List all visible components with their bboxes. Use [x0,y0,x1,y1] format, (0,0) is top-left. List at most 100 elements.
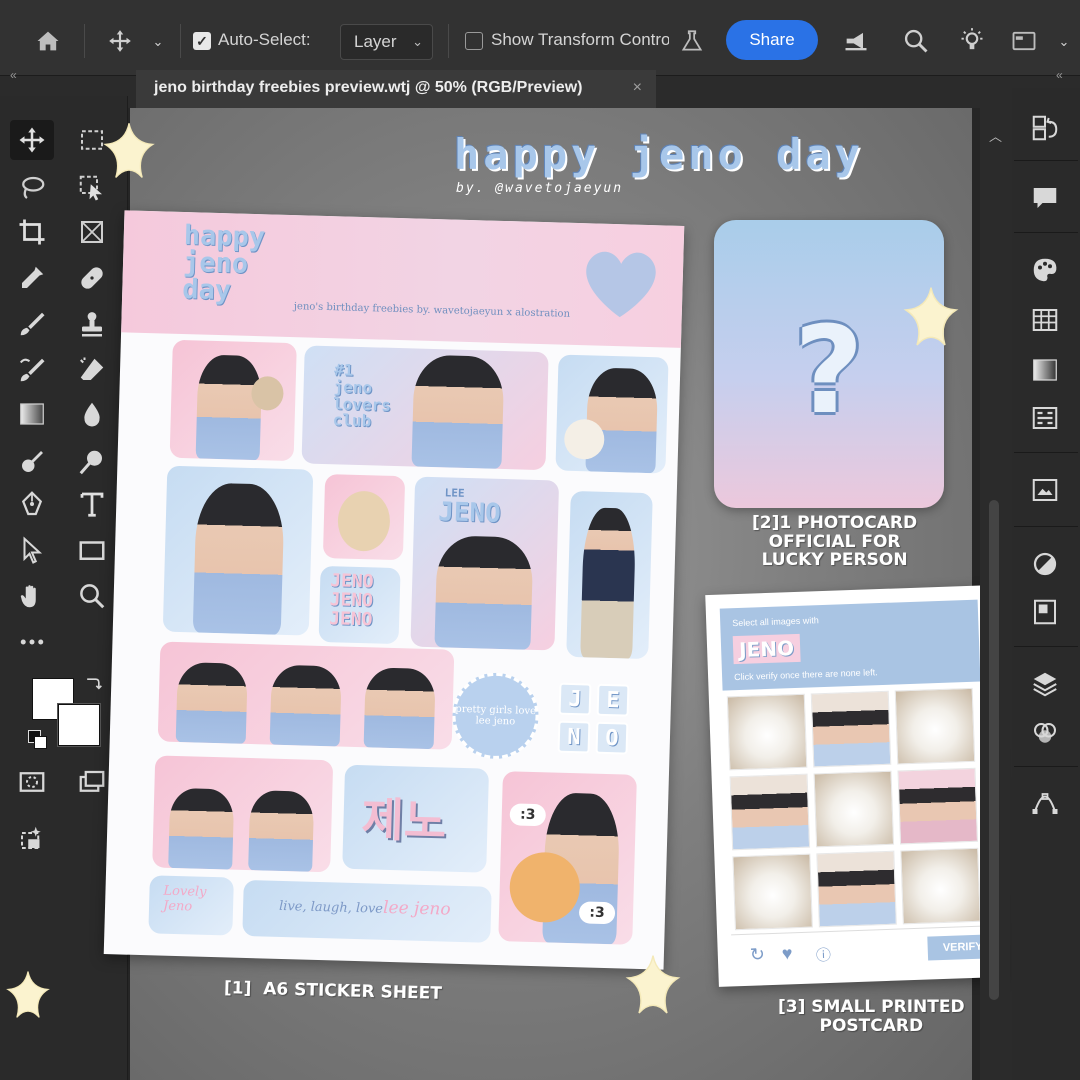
captcha-tile-person[interactable] [897,767,979,845]
stamp-tool[interactable] [70,304,114,344]
person-figure [411,354,505,469]
lasso-tool[interactable] [10,168,54,208]
gradient-tool[interactable] [10,394,54,434]
korean-name-text: 제노 [360,792,447,849]
brush-icon [20,312,45,336]
frame-tool[interactable] [70,212,114,252]
move-tool-icon[interactable] [104,24,136,58]
hand-icon [20,585,36,608]
sheet-title: happy jeno day [181,219,266,307]
options-bar: ⌄ ✓ Auto-Select: Layer ⌄ Show Transform … [0,0,1080,76]
person-figure [195,354,263,461]
history-brush-tool[interactable] [10,350,54,390]
close-icon[interactable]: × [633,79,642,97]
eyedropper-tool[interactable] [10,258,54,298]
scrollbar-thumb[interactable] [989,500,999,1000]
person-figure [192,482,285,635]
sticker-strip-2000 [157,641,455,750]
person-figure [269,664,342,747]
background-color-swatch[interactable] [58,704,100,746]
move-tool[interactable] [10,120,54,160]
more-tools[interactable] [10,622,54,662]
adjustments-panel-icon[interactable] [1018,544,1072,584]
zoom-tool[interactable] [70,576,114,616]
collapse-right-button[interactable]: « [1056,68,1063,82]
properties-panel-icon[interactable] [1018,592,1072,632]
captcha-tile-dog[interactable] [726,693,808,771]
zoom-brush-tool[interactable] [70,442,114,482]
caption-photocard: [2]1 PHOTOCARD OFFICIAL FOR LUCKY PERSON [752,513,918,571]
info-icon[interactable]: ⓘ [816,944,832,966]
search-icon[interactable] [898,24,934,58]
auto-select-checkbox[interactable]: ✓ [193,32,211,50]
auto-select-label: Auto-Select: [218,30,311,49]
default-colors-icon[interactable] [28,730,48,750]
hand-tool[interactable] [10,576,54,616]
panel-divider [1014,766,1078,767]
letter-tile-e: E [596,683,630,717]
move-options-chevron[interactable]: ⌄ [148,28,168,56]
layers-panel-icon[interactable] [1018,664,1072,704]
crop-tool[interactable] [10,212,54,252]
live-laugh-text: live, laugh, love [278,898,384,917]
workspace-chevron[interactable]: ⌄ [1054,28,1074,56]
captcha-tile-dog[interactable] [732,853,813,931]
quick-mask-tool[interactable] [10,762,54,802]
flask-icon[interactable] [676,24,708,58]
workspace-icon[interactable] [1006,24,1042,58]
pen-icon [21,491,43,516]
comments-panel-icon[interactable] [1018,178,1072,218]
photocard-preview: ? [714,220,944,508]
jeno-big-text: JENO [437,497,502,529]
swap-colors-icon[interactable] [82,674,104,696]
home-icon[interactable] [30,24,66,58]
right-panel-dock [1012,88,1080,1080]
type-tool[interactable] [70,484,114,524]
gradients-panel-icon[interactable] [1018,350,1072,390]
healing-brush-tool[interactable] [70,258,114,298]
captcha-hint: Click verify once there are none left. [733,667,878,683]
blur-tool[interactable] [70,394,114,434]
captcha-tile-dog[interactable] [813,770,895,848]
show-transform-checkbox[interactable] [465,32,483,50]
color-panel-icon[interactable] [1018,250,1072,290]
pen-tool[interactable] [10,484,54,524]
layer-select[interactable]: Layer ⌄ [340,24,433,60]
brush-tool[interactable] [10,304,54,344]
heart-icon[interactable]: ♥ [781,943,792,964]
heart-icon [586,251,656,318]
swatches-panel-icon[interactable] [1018,300,1072,340]
person-figure [434,535,534,650]
path-select-tool[interactable] [10,530,54,570]
generative-fill-tool[interactable] [10,818,54,858]
eraser-tool[interactable] [70,350,114,390]
captcha-tile-person[interactable] [810,690,892,768]
history-panel-icon[interactable] [1018,108,1072,148]
captcha-tile-person[interactable] [816,850,897,928]
share-button[interactable]: Share [726,20,818,60]
document-tab[interactable]: jeno birthday freebies preview.wtj @ 50%… [136,70,656,108]
collapse-left-button[interactable]: « [10,68,17,82]
patterns-panel-icon[interactable] [1018,398,1072,438]
paths-panel-icon[interactable] [1018,784,1072,824]
gradient-icon [20,403,44,425]
panel-divider [1014,452,1078,453]
lovers-club-text: #1 jeno lovers club [332,360,392,431]
captcha-header: Select all images with JENO Click verify… [719,599,981,691]
history-brush-icon [19,358,45,382]
captcha-tile-dog[interactable] [900,847,981,925]
sticker-sheet: happy jeno day jeno's birthday freebies … [103,210,685,970]
libraries-panel-icon[interactable] [1018,470,1072,510]
channels-panel-icon[interactable] [1018,714,1072,754]
frame-icon [81,221,103,243]
caption-postcard: [3] SMALL PRINTED POSTCARD [778,997,965,1036]
chevron-down-icon: ⌄ [412,34,423,49]
refresh-icon[interactable]: ↻ [749,944,765,966]
lightbulb-icon[interactable] [954,24,990,58]
announcement-icon[interactable] [838,24,874,58]
dodge-tool[interactable] [10,442,54,482]
rectangle-tool[interactable] [70,530,114,570]
captcha-tile-dog[interactable] [894,687,976,765]
captcha-tile-person[interactable] [729,773,811,851]
scroll-up-icon[interactable]: ︿ [989,126,1002,145]
